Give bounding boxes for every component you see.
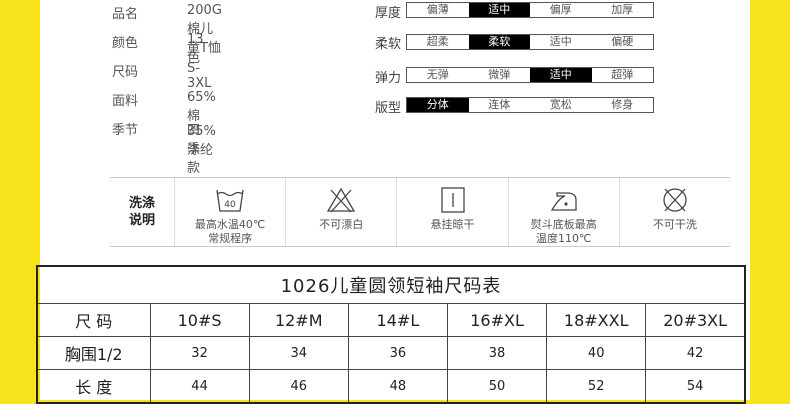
hang-dry-icon	[440, 187, 465, 213]
size-table: 1026儿童圆领短袖尺码表 尺 码 10#S 12#M 14#L 16#XL 1…	[36, 265, 746, 404]
no-dry-clean-icon	[663, 188, 687, 212]
scale-option: 连体	[488, 98, 511, 111]
value-cell: 48	[347, 369, 448, 404]
row-label-cell: 胸围1/2	[36, 336, 151, 370]
value-cell: 42	[645, 336, 746, 370]
scale-option: 适中	[549, 35, 572, 48]
header-cell: 尺 码	[36, 303, 151, 337]
scale-option: 分体	[407, 98, 469, 112]
info-label: 品名	[112, 7, 139, 22]
attr-label-thickness: 厚度	[375, 6, 402, 21]
scale-option: 柔软	[468, 35, 530, 49]
value-cell: 52	[546, 369, 647, 404]
scale-option: 微弹	[488, 68, 511, 81]
scale-option: 加厚	[611, 3, 634, 16]
scale-fit: 分体 连体 宽松 修身	[406, 97, 654, 113]
scale-option: 适中	[530, 68, 592, 82]
wash-item-no-bleach: 不可漂白	[286, 178, 398, 246]
wash-text: 不可干洗	[652, 218, 697, 231]
wash-text: 悬挂晾干	[430, 218, 475, 231]
wash-40-icon: 40	[216, 189, 244, 212]
info-label: 尺码	[112, 65, 139, 80]
scale-option: 超弹	[611, 68, 634, 81]
value-cell: 38	[446, 336, 548, 370]
table-row: 胸围1/2 32 34 36 38 40 42	[36, 336, 746, 370]
attr-label-fit: 版型	[375, 101, 402, 116]
wash-item-no-dry-clean: 不可干洗	[620, 178, 730, 246]
header-cell: 16#XL	[446, 303, 548, 337]
no-bleach-icon	[327, 187, 356, 213]
info-value: 四季款	[187, 123, 201, 176]
value-cell: 50	[446, 369, 548, 404]
product-detail-panel: 品名 200G棉儿童T恤 颜色 13色 尺码 S-3XL 面料 65%棉35%涤…	[36, 0, 750, 404]
info-label: 面料	[112, 94, 139, 109]
washing-title-line1: 洗涤	[128, 196, 155, 211]
wash-item-iron: 熨斗底板最高 温度110℃	[509, 178, 620, 246]
scale-elasticity: 无弹 微弹 适中 超弹	[406, 67, 654, 83]
attr-label-elasticity: 弹力	[375, 71, 402, 86]
info-value: S-3XL	[187, 61, 212, 91]
info-label: 季节	[112, 123, 139, 138]
washing-title-line2: 说明	[128, 213, 155, 228]
value-cell: 32	[149, 336, 250, 370]
scale-option: 无弹	[426, 68, 449, 81]
iron-icon	[550, 192, 577, 211]
washing-instructions: 洗涤 说明 40 最高水温40℃ 常规程序 不可漂白 悬挂晾干 熨斗底板最高 温…	[110, 177, 730, 247]
row-label-cell: 长 度	[36, 369, 151, 404]
scale-option: 偏硬	[611, 35, 634, 48]
header-cell: 10#S	[149, 303, 250, 337]
wash-text: 最高水温40℃ 常规程序	[194, 218, 266, 245]
size-table-title: 1026儿童圆领短袖尺码表	[36, 265, 746, 304]
scale-option: 偏薄	[426, 3, 449, 16]
scale-softness: 超柔 柔软 适中 偏硬	[406, 34, 654, 50]
scale-option: 修身	[611, 98, 634, 111]
wash-text: 熨斗底板最高 温度110℃	[530, 218, 597, 245]
value-cell: 40	[546, 336, 647, 370]
header-cell: 12#M	[248, 303, 349, 337]
washing-title: 洗涤 说明	[110, 178, 175, 246]
header-cell: 14#L	[347, 303, 448, 337]
wash-item-machine-wash: 40 最高水温40℃ 常规程序	[175, 178, 287, 246]
scale-option: 超柔	[426, 35, 449, 48]
value-cell: 44	[149, 369, 250, 404]
value-cell: 46	[248, 369, 349, 404]
scale-option: 宽松	[549, 98, 572, 111]
wash-item-hang-dry: 悬挂晾干	[397, 178, 509, 246]
wash-text: 不可漂白	[319, 218, 364, 231]
wash-temp-text: 40	[224, 200, 236, 210]
scale-option: 适中	[468, 3, 530, 17]
info-label: 颜色	[112, 36, 139, 51]
attr-label-softness: 柔软	[375, 37, 402, 52]
value-cell: 54	[645, 369, 746, 404]
scale-option: 偏厚	[549, 3, 572, 16]
value-cell: 36	[347, 336, 448, 370]
header-cell: 20#3XL	[645, 303, 746, 337]
table-row: 长 度 44 46 48 50 52 54	[36, 369, 746, 404]
size-table-header: 尺 码 10#S 12#M 14#L 16#XL 18#XXL 20#3XL	[36, 303, 746, 337]
header-cell: 18#XXL	[546, 303, 647, 337]
value-cell: 34	[248, 336, 349, 370]
scale-thickness: 偏薄 适中 偏厚 加厚	[406, 2, 654, 18]
